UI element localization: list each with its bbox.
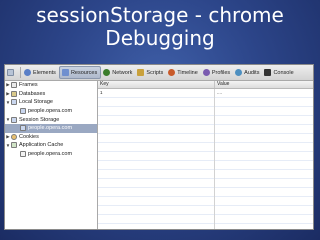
storage-icon <box>11 99 17 106</box>
tab-elements[interactable]: Elements <box>22 66 59 79</box>
sidebar-item-session-storage[interactable]: ▼ Session Storage <box>5 115 97 124</box>
sidebar-item-frames[interactable]: ▶ Frames <box>5 81 97 90</box>
sidebar-item-label: Databases <box>19 90 46 97</box>
network-icon <box>103 69 111 76</box>
scripts-icon <box>137 69 145 76</box>
tab-profiles[interactable]: Profiles <box>201 66 233 79</box>
column-header-value[interactable]: Value <box>215 81 313 88</box>
tab-label: Audits <box>244 69 260 76</box>
grid-body: 1 .... <box>98 89 313 229</box>
database-icon <box>11 90 17 97</box>
sidebar-item-local-storage-origin[interactable]: people.opera.com <box>5 107 97 116</box>
sidebar-item-application-cache[interactable]: ▼ Application Cache <box>5 141 97 150</box>
dock-button[interactable] <box>5 66 19 79</box>
resources-icon <box>61 69 69 76</box>
tab-label: Scripts <box>146 69 164 76</box>
page-icon <box>20 151 26 158</box>
table-row[interactable]: 1 .... <box>98 89 313 96</box>
cell-key[interactable]: 1 <box>98 89 215 96</box>
slide-title-line1: sessionStorage - chrome <box>36 3 284 27</box>
tab-resources[interactable]: Resources <box>58 66 102 79</box>
toolbar-separator <box>20 67 21 78</box>
storage-icon <box>20 108 26 115</box>
console-icon <box>264 69 272 76</box>
frame-icon <box>11 82 17 89</box>
tab-audits[interactable]: Audits <box>233 66 262 79</box>
column-header-key[interactable]: Key <box>98 81 215 88</box>
timeline-icon <box>168 69 176 76</box>
tab-label: Network <box>112 69 133 76</box>
sidebar-item-application-cache-origin[interactable]: people.opera.com <box>5 150 97 159</box>
audits-icon <box>235 69 243 76</box>
storage-icon <box>11 116 17 123</box>
tab-label: Timeline <box>177 69 198 76</box>
storage-icon <box>20 125 26 132</box>
sidebar-item-label: people.opera.com <box>28 151 73 158</box>
sidebar-item-label: Application Cache <box>19 142 64 149</box>
tab-label: Elements <box>33 69 56 76</box>
sidebar-item-session-storage-origin[interactable]: people.opera.com <box>5 123 97 133</box>
sidebar-item-label: Frames <box>19 82 38 89</box>
slide-title-line2: Debugging <box>105 26 215 50</box>
sidebar-item-label: people.opera.com <box>28 108 73 115</box>
tab-console[interactable]: Console <box>262 66 296 79</box>
grid-header: Key Value <box>98 81 313 89</box>
sidebar-item-label: Local Storage <box>19 99 53 106</box>
slide-title: sessionStorage - chrome Debugging <box>0 4 320 50</box>
elements-icon <box>24 69 31 76</box>
profiles-icon <box>202 69 210 76</box>
sidebar-item-label: Session Storage <box>19 116 60 123</box>
dock-icon <box>7 69 14 76</box>
cookie-icon <box>11 133 17 140</box>
devtools-toolbar: Elements Resources Network Scripts Timel… <box>5 65 313 81</box>
tab-network[interactable]: Network <box>101 66 135 79</box>
tab-timeline[interactable]: Timeline <box>166 66 201 79</box>
storage-grid: Key Value 1 .... <box>98 81 313 229</box>
sidebar-item-databases[interactable]: ▶ Databases <box>5 90 97 99</box>
sidebar-item-label: people.opera.com <box>28 125 73 132</box>
tab-label: Console <box>273 69 294 76</box>
tab-scripts[interactable]: Scripts <box>135 66 166 79</box>
application-cache-icon <box>11 142 17 149</box>
sidebar-item-local-storage[interactable]: ▼ Local Storage <box>5 98 97 107</box>
sidebar-item-label: Cookies <box>19 133 39 140</box>
resources-sidebar: ▶ Frames ▶ Databases ▼ Local Storage peo… <box>5 81 98 229</box>
column-divider <box>214 89 215 229</box>
devtools-screenshot: Elements Resources Network Scripts Timel… <box>4 64 314 230</box>
sidebar-item-cookies[interactable]: ▶ Cookies <box>5 133 97 142</box>
tab-label: Profiles <box>211 69 231 76</box>
tab-label: Resources <box>70 69 98 76</box>
cell-value[interactable]: .... <box>215 89 313 96</box>
